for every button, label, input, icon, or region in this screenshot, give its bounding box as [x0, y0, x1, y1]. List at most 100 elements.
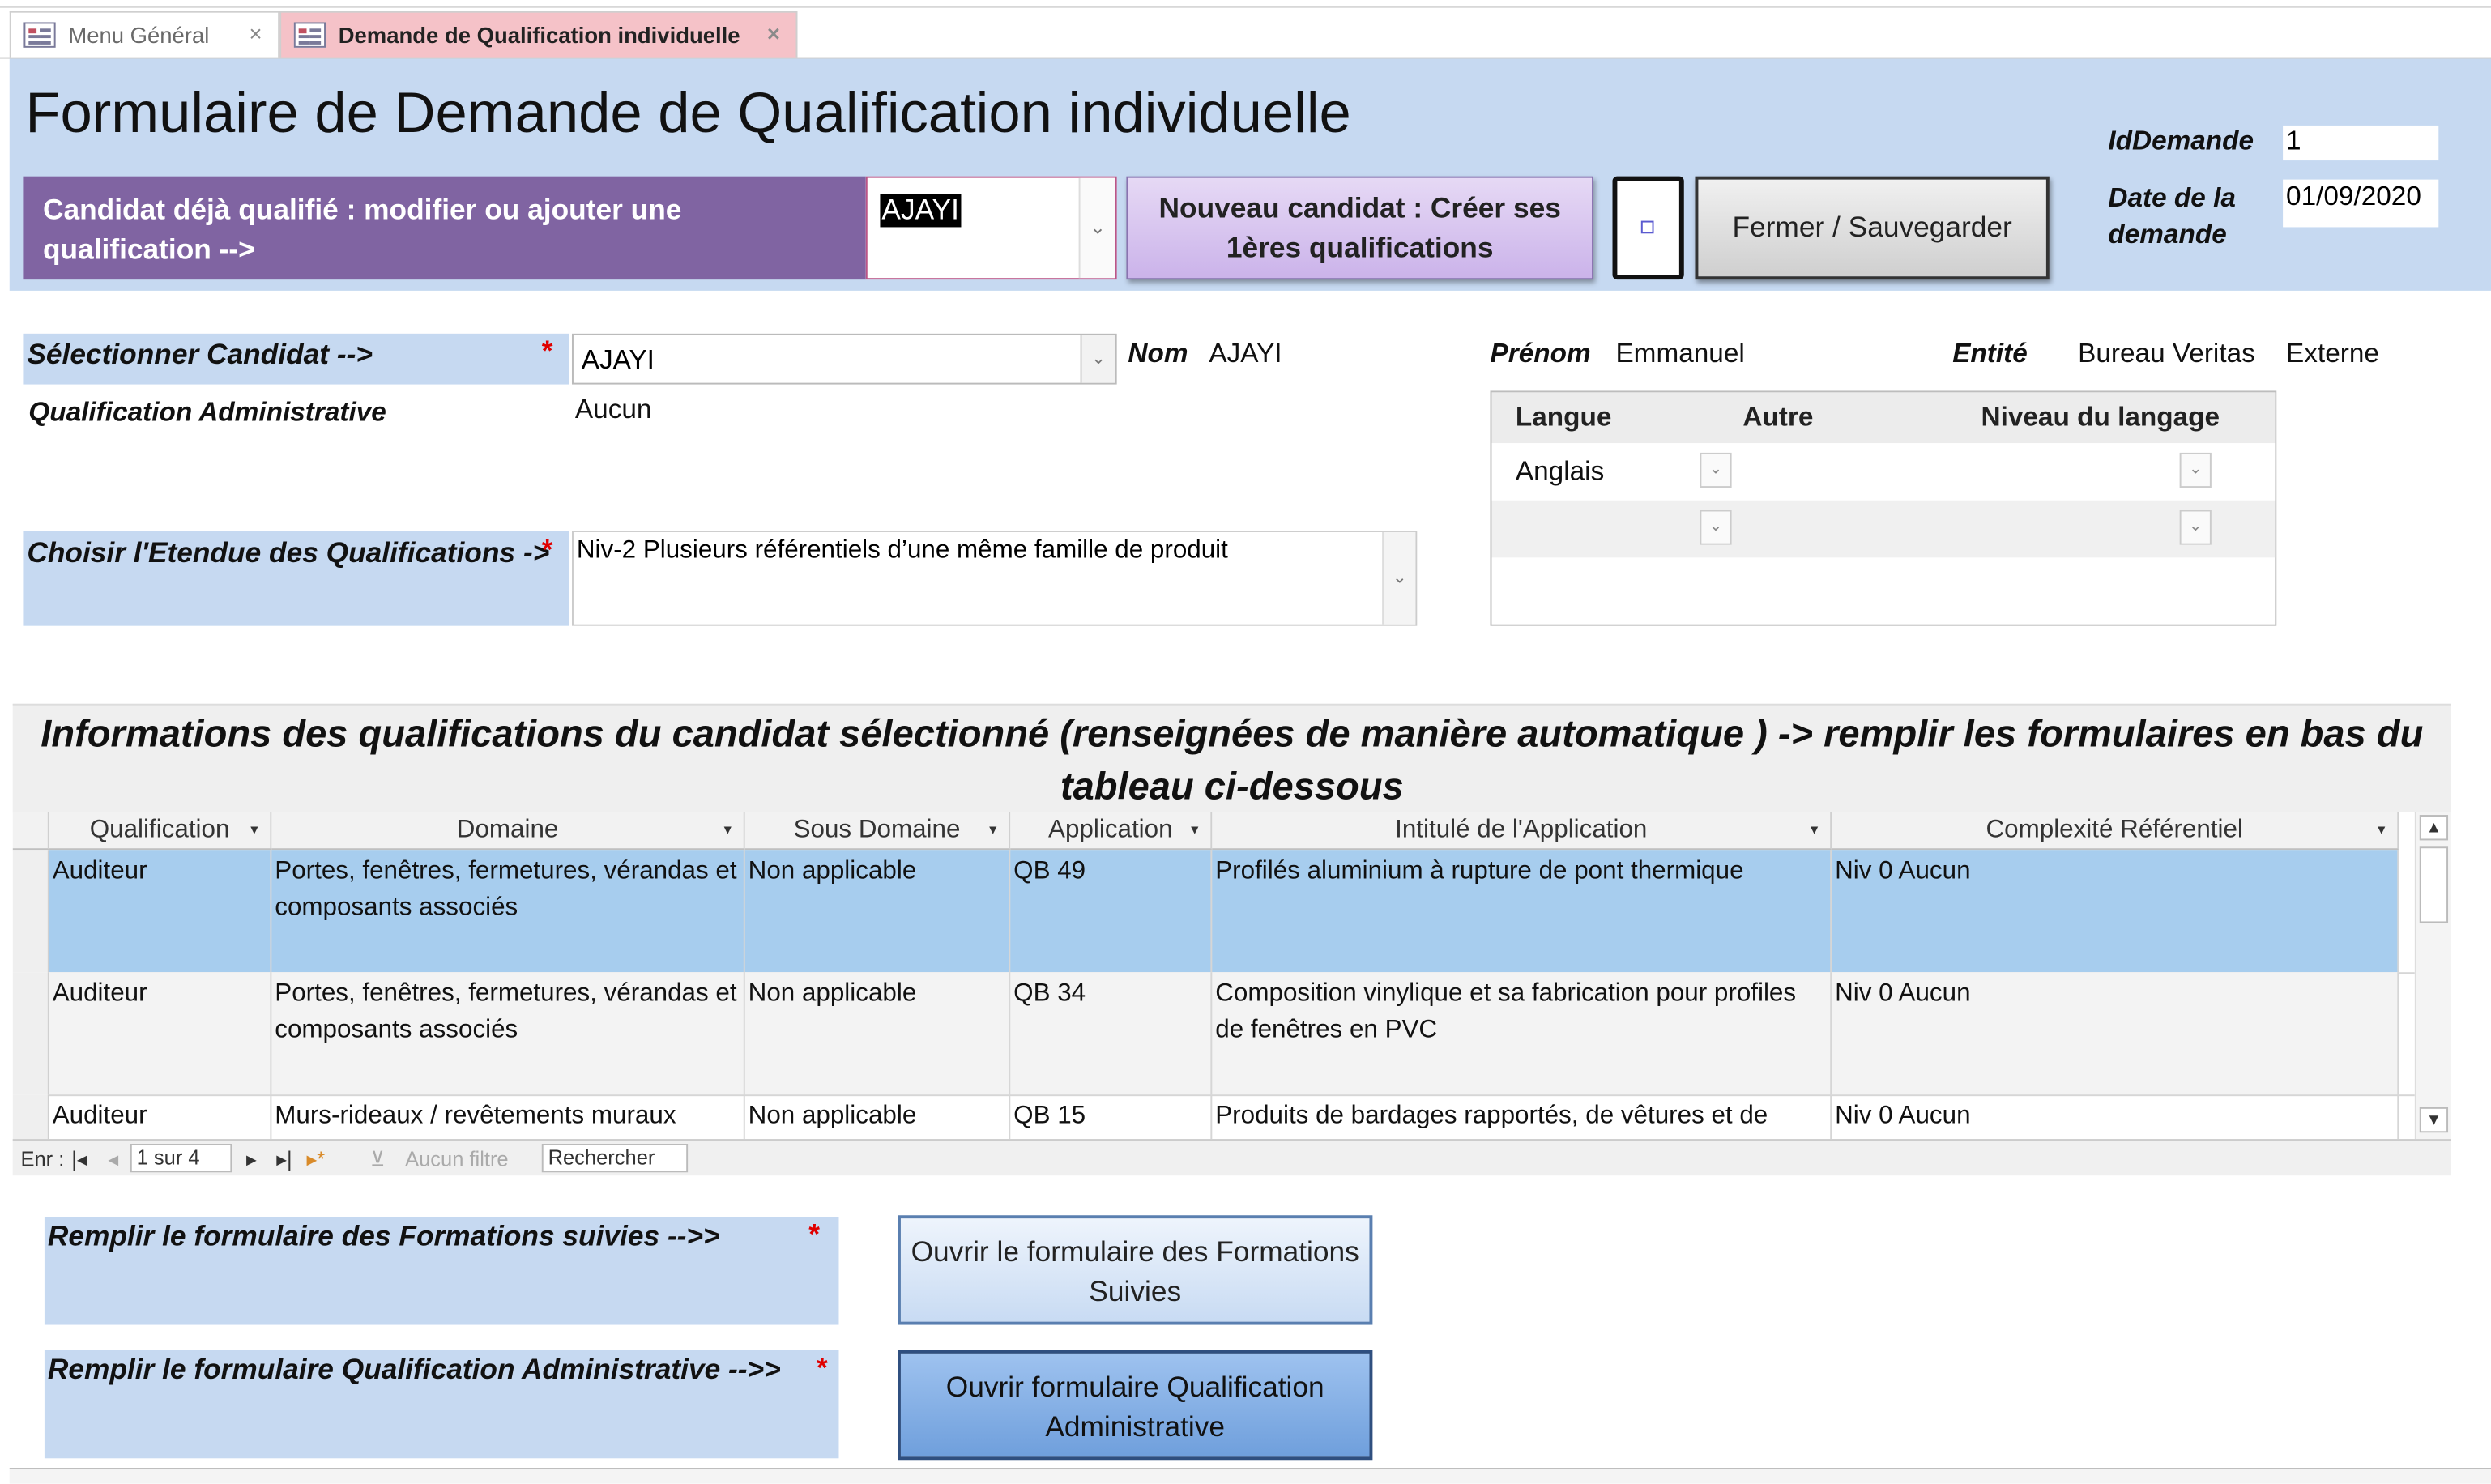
sort-arrow-icon[interactable]: ▼ [1188, 812, 1201, 848]
close-icon[interactable]: × [250, 20, 262, 45]
row-selector[interactable] [12, 1094, 49, 1140]
existing-candidate-label: Candidat déjà qualifié : modifier ou ajo… [23, 176, 866, 280]
sort-arrow-icon[interactable]: ▼ [721, 812, 734, 848]
sort-arrow-icon[interactable]: ▼ [987, 812, 1000, 848]
last-record-icon[interactable]: ▸| [276, 1147, 292, 1172]
cell-intitule[interactable]: Profilés aluminium à rupture de pont the… [1212, 850, 1832, 973]
column-header-complexite[interactable]: Complexité Référentiel ▼ [1832, 812, 2399, 851]
select-candidate-combobox[interactable]: AJAYI ⌄ [571, 333, 1117, 385]
small-action-button[interactable] [1612, 176, 1684, 280]
chevron-down-icon[interactable]: ⌄ [1700, 510, 1732, 545]
new-record-icon[interactable]: ▸* [306, 1147, 325, 1172]
cell-sous-domaine[interactable]: Non applicable [745, 1094, 1011, 1140]
tab-menu-general[interactable]: Menu Général × [9, 11, 280, 58]
existing-candidate-combobox[interactable]: AJAYI ⌄ [865, 176, 1117, 280]
tab-demande-qualification[interactable]: Demande de Qualification individuelle × [279, 11, 798, 58]
tab-label: Demande de Qualification individuelle [338, 22, 740, 48]
cell-application[interactable]: QB 15 [1010, 1094, 1213, 1140]
nom-value: AJAYI [1209, 338, 1282, 369]
date-demande-field[interactable]: 01/09/2020 [2283, 179, 2439, 228]
chevron-down-icon[interactable]: ⌄ [2179, 452, 2212, 488]
chevron-down-icon[interactable]: ⌄ [2179, 510, 2212, 545]
form-record-navigation-bar [9, 1468, 2491, 1484]
select-candidate-label: Sélectionner Candidat --> [23, 333, 569, 385]
page-title: Formulaire de Demande de Qualification i… [25, 79, 1351, 145]
cell-complexite[interactable]: Niv 0 Aucun [1832, 972, 2399, 1095]
cell-domaine[interactable]: Murs-rideaux / revêtements muraux [271, 1094, 745, 1140]
column-header-sous-domaine[interactable]: Sous Domaine ▼ [744, 812, 1011, 851]
date-demande-label: Date de la demande [2108, 182, 2236, 249]
column-header: Autre [1742, 402, 1814, 433]
table-vertical-scrollbar[interactable]: ▲ ▼ [2414, 812, 2451, 1140]
row-selector[interactable] [12, 972, 49, 1095]
first-record-icon[interactable]: |◂ [71, 1147, 87, 1172]
cell-qualification[interactable]: Auditeur [49, 850, 272, 973]
cell-sous-domaine[interactable]: Non applicable [745, 850, 1011, 973]
chevron-down-icon[interactable]: ⌄ [1078, 177, 1115, 279]
cell-intitule[interactable]: Produits de bardages rapportés, de vêtur… [1212, 1094, 1832, 1140]
column-header-domaine[interactable]: Domaine ▼ [271, 812, 745, 851]
open-qual-admin-button[interactable]: Ouvrir formulaire Qualification Administ… [898, 1350, 1373, 1461]
etendue-combobox[interactable]: Niv-2 Plusieurs référentiels d’une même … [571, 531, 1418, 626]
cell-complexite[interactable]: Niv 0 Aucun [1832, 1094, 2399, 1140]
close-icon[interactable]: × [767, 20, 780, 45]
chevron-down-icon[interactable]: ⌄ [1700, 452, 1732, 488]
open-formations-button[interactable]: Ouvrir le formulaire des Formations Suiv… [898, 1215, 1373, 1325]
cell-sous-domaine[interactable]: Non applicable [745, 972, 1011, 1095]
langue-value[interactable]: Anglais [1516, 456, 1604, 488]
sort-arrow-icon[interactable]: ▼ [248, 812, 261, 848]
cell-domaine[interactable]: Portes, fenêtres, fermetures, vérandas e… [271, 850, 745, 973]
filter-icon[interactable]: ⊻ [370, 1147, 386, 1172]
langue-row[interactable]: Anglais ⌄ ⌄ [1491, 443, 2276, 501]
scroll-up-icon[interactable]: ▲ [2419, 815, 2449, 841]
chevron-down-icon[interactable]: ⌄ [1382, 531, 1416, 625]
previous-record-icon[interactable]: ◂ [108, 1147, 118, 1172]
next-record-icon[interactable]: ▸ [246, 1147, 257, 1172]
scroll-thumb[interactable] [2419, 846, 2449, 923]
cell-qualification[interactable]: Auditeur [49, 1094, 272, 1140]
sort-arrow-icon[interactable]: ▼ [1808, 812, 1821, 848]
id-demande-label: IdDemande [2108, 125, 2254, 156]
scroll-down-icon[interactable]: ▼ [2419, 1107, 2449, 1133]
prenom-value: Emmanuel [1615, 338, 1745, 369]
qual-admin-label: Qualification Administrative [28, 397, 386, 428]
info-heading: Informations des qualifications du candi… [41, 713, 2424, 809]
new-candidate-button[interactable]: Nouveau candidat : Créer ses 1ères quali… [1126, 176, 1593, 280]
close-save-button[interactable]: Fermer / Sauvegarder [1695, 176, 2050, 280]
column-header-application[interactable]: Application ▼ [1010, 812, 1213, 851]
record-label: Enr : [20, 1146, 65, 1171]
id-demande-field[interactable]: 1 [2283, 125, 2439, 161]
cell-intitule[interactable]: Composition vinylique et sa fabrication … [1212, 972, 1832, 1095]
filter-status[interactable]: Aucun filtre [405, 1147, 509, 1171]
tab-label: Menu Général [68, 22, 210, 48]
cell-application[interactable]: QB 49 [1010, 850, 1213, 973]
column-header-intitule[interactable]: Intitulé de l'Application ▼ [1212, 812, 1832, 851]
cell-qualification[interactable]: Auditeur [49, 972, 272, 1095]
chevron-down-icon[interactable]: ⌄ [1080, 335, 1115, 383]
form-icon [293, 22, 326, 48]
form-icon [23, 22, 56, 48]
langue-row[interactable]: ⌄ ⌄ [1491, 500, 2276, 558]
record-position-field[interactable]: 1 sur 4 [130, 1143, 232, 1173]
search-input[interactable]: Rechercher [541, 1143, 689, 1173]
cell-application[interactable]: QB 34 [1010, 972, 1213, 1095]
entite-value: Bureau Veritas [2078, 338, 2255, 369]
nom-label: Nom [1128, 338, 1188, 369]
etendue-label: Choisir l'Etendue des Qualifications -> [23, 531, 569, 626]
required-mark: * [817, 1351, 828, 1384]
select-all-header[interactable] [12, 812, 49, 851]
existing-candidate-value: AJAYI [880, 194, 961, 228]
column-header: Niveau du langage [1981, 402, 2220, 433]
row-selector[interactable] [12, 850, 49, 973]
qual-admin-value: Aucun [574, 394, 652, 424]
cell-complexite[interactable]: Niv 0 Aucun [1832, 850, 2399, 973]
qual-admin-form-label: Remplir le formulaire Qualification Admi… [44, 1350, 839, 1459]
formations-label: Remplir le formulaire des Formations sui… [44, 1217, 839, 1325]
cell-domaine[interactable]: Portes, fenêtres, fermetures, vérandas e… [271, 972, 745, 1095]
langue-subform: Langue Autre Niveau du langage Anglais ⌄… [1490, 390, 2277, 626]
etendue-value: Niv-2 Plusieurs référentiels d’une même … [576, 536, 1228, 565]
column-header-qualification[interactable]: Qualification ▼ [49, 812, 272, 851]
entite-type: Externe [2286, 338, 2379, 369]
sort-arrow-icon[interactable]: ▼ [2375, 812, 2388, 848]
record-navigation-bar: Enr : |◂ ◂ 1 sur 4 ▸ ▸| ▸* ⊻ Aucun filtr… [12, 1139, 2451, 1176]
